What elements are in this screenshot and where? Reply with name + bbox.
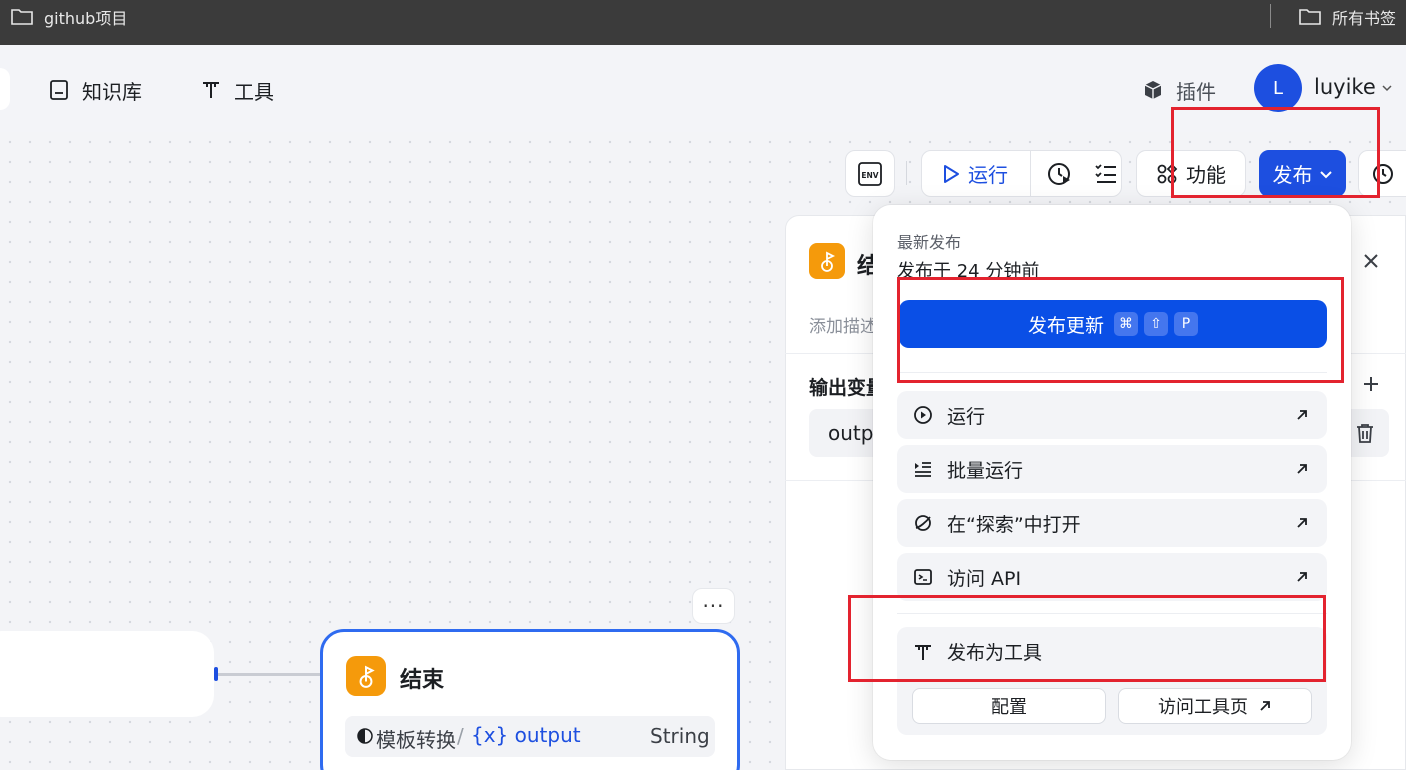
chevron-down-icon: [1319, 170, 1332, 178]
nav-knowledge-base[interactable]: 知识库: [48, 75, 142, 105]
template-node[interactable]: [0, 631, 214, 717]
visit-tool-label: 访问工具页: [1158, 697, 1248, 718]
external-link-icon: [1297, 464, 1307, 474]
end-node-icon: [346, 656, 386, 696]
publish-time: 发布于 24 分钟前: [897, 261, 1040, 282]
source-node-label: 模板转换: [376, 728, 456, 752]
divider: [897, 613, 1327, 614]
play-icon: [944, 164, 959, 183]
visit-tool-page-button[interactable]: 访问工具页: [1118, 688, 1312, 724]
nav-label: 工具: [234, 79, 274, 104]
cube-icon: [1144, 81, 1162, 99]
menu-item-label: 运行: [947, 405, 986, 428]
clock-play-icon[interactable]: [1047, 161, 1073, 187]
bookmark-all[interactable]: 所有书签: [1298, 5, 1396, 29]
feature-label: 功能: [1186, 163, 1226, 187]
tool-icon: [203, 82, 219, 98]
publish-update-button[interactable]: 发布更新 ⌘ ⇧ P: [899, 300, 1327, 348]
publish-as-tool-item[interactable]: 发布为工具: [913, 638, 1042, 665]
shortcut-key: ⇧: [1144, 312, 1168, 336]
batch-run-icon: [915, 462, 931, 477]
shortcut-key: P: [1174, 312, 1198, 336]
play-circle-icon: [914, 406, 932, 424]
menu-item-batch-run[interactable]: 批量运行: [897, 445, 1327, 493]
menu-item-api[interactable]: 访问 API: [897, 553, 1327, 601]
env-icon: ENV: [858, 161, 882, 186]
divider: [906, 161, 907, 185]
divider: [1270, 4, 1271, 28]
publish-label: 发布: [1272, 163, 1313, 187]
menu-item-label: 在“探索”中打开: [947, 513, 1081, 536]
run-label: 运行: [968, 163, 1008, 187]
env-button[interactable]: ENV: [845, 150, 895, 197]
tool-icon: [915, 644, 931, 660]
variable-type: String: [650, 724, 710, 748]
nav-plugins[interactable]: 插件: [1142, 75, 1216, 105]
top-navigation: 知识库 工具 插件 L luyike: [0, 45, 1406, 132]
shortcut-key: ⌘: [1114, 312, 1138, 336]
nav-pill[interactable]: [0, 68, 10, 110]
chevron-down-icon[interactable]: [1381, 82, 1393, 94]
menu-item-label: 访问 API: [947, 567, 1022, 590]
folder-icon: [11, 9, 33, 25]
end-node-title: 结束: [400, 668, 445, 693]
menu-item-label: 批量运行: [947, 459, 1024, 482]
run-group: 运行: [921, 150, 1122, 197]
panel-description[interactable]: 添加描述: [809, 312, 877, 337]
variable-label: {x} output: [471, 723, 581, 747]
publish-as-tool-label: 发布为工具: [947, 642, 1043, 664]
book-icon: [50, 80, 68, 100]
more-icon[interactable]: ···: [692, 588, 735, 624]
external-link-icon: [1297, 518, 1307, 528]
publish-button[interactable]: 发布: [1259, 150, 1346, 197]
close-icon[interactable]: [1362, 252, 1380, 270]
path-separator: /: [457, 724, 464, 748]
external-link-icon: [1297, 410, 1307, 420]
external-link-icon: [1297, 572, 1307, 582]
terminal-icon: [914, 569, 932, 585]
nav-label: 插件: [1176, 79, 1216, 104]
trash-icon[interactable]: [1354, 422, 1376, 444]
bookmark-label: 所有书签: [1332, 9, 1397, 28]
external-link-icon: [1260, 701, 1270, 711]
nav-tools[interactable]: 工具: [200, 75, 274, 105]
latest-publish-label: 最新发布: [897, 233, 962, 252]
menu-item-open-explore[interactable]: 在“探索”中打开: [897, 499, 1327, 547]
explore-icon: [915, 515, 931, 531]
plus-icon[interactable]: [1362, 375, 1380, 393]
bookmark-github[interactable]: github项目: [10, 5, 127, 29]
bookmark-label: github项目: [44, 9, 128, 28]
avatar[interactable]: L: [1254, 64, 1302, 112]
publish-update-label: 发布更新: [1027, 314, 1104, 337]
run-button[interactable]: 运行: [922, 151, 1030, 196]
config-button[interactable]: 配置: [912, 688, 1106, 724]
config-label: 配置: [991, 697, 1027, 718]
apps-icon: [1157, 163, 1178, 183]
template-icon: [357, 728, 373, 744]
menu-item-run[interactable]: 运行: [897, 391, 1327, 439]
connection-edge: [218, 673, 322, 676]
username[interactable]: luyike: [1314, 75, 1376, 99]
end-node-icon: [809, 243, 845, 279]
folder-icon: [1299, 9, 1321, 25]
checklist-icon[interactable]: [1093, 161, 1119, 187]
nav-label: 知识库: [82, 79, 142, 104]
env-label: ENV: [861, 171, 878, 180]
divider: [1030, 150, 1031, 197]
history-icon: [1373, 163, 1393, 184]
feature-button[interactable]: 功能: [1136, 150, 1246, 197]
divider: [897, 372, 1327, 373]
history-button[interactable]: [1358, 150, 1406, 197]
bookmarks-bar: github项目 所有书签: [0, 0, 1406, 45]
